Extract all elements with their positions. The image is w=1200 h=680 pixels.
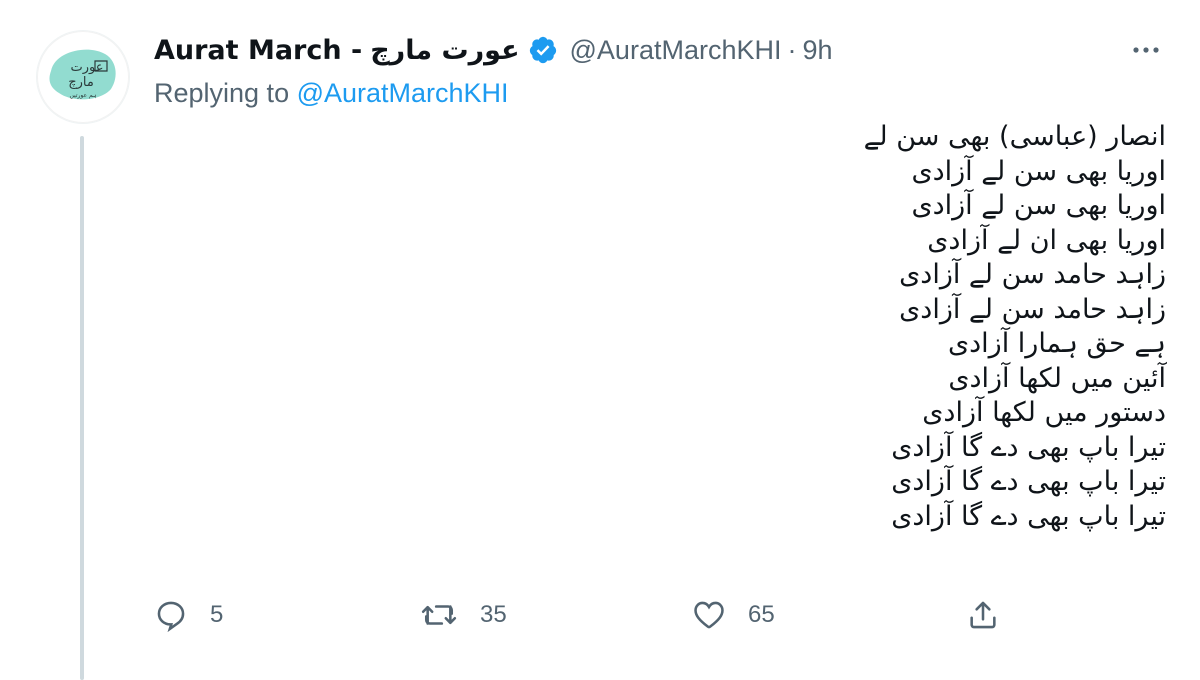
share-icon: [970, 601, 996, 629]
tweet-line: اوریا بھی سن لے آزادی: [911, 155, 1166, 187]
tweet-text: انصار (عباسی) بھی سن لے اوریا بھی سن لے …: [466, 120, 1166, 534]
avatar-logo-line3: ہم عورتیں: [69, 92, 96, 99]
user-handle[interactable]: @AuratMarchKHI: [570, 35, 782, 66]
retweet-button[interactable]: 35: [420, 592, 507, 638]
retweet-count: 35: [480, 601, 507, 628]
thread-connector-line: [80, 136, 84, 680]
tweet-line: تیرا باپ بھی دے گا آزادی: [891, 500, 1166, 532]
verified-badge-icon: [528, 35, 558, 65]
tweet-line: انصار (عباسی) بھی سن لے: [863, 121, 1166, 152]
tweet-line: آئین میں لکھا آزادی: [948, 362, 1166, 394]
tweet-action-bar: 5 35 65: [154, 592, 1014, 638]
display-name[interactable]: Aurat March -: [154, 35, 362, 66]
like-count: 65: [748, 601, 775, 628]
tweet-header: Aurat March - عورت مارچ @AuratMarchKHI ·…: [154, 30, 833, 70]
share-button[interactable]: [966, 592, 1000, 638]
replying-to-prefix: Replying to: [154, 78, 297, 108]
reply-count: 5: [210, 601, 224, 628]
tweet-line: زاہد حامد سن لے آزادی: [899, 293, 1166, 325]
retweet-icon: [421, 605, 457, 625]
more-options-icon[interactable]: [1128, 32, 1164, 68]
display-name-urdu[interactable]: عورت مارچ: [370, 35, 519, 66]
reply-button[interactable]: 5: [154, 592, 223, 638]
tweet-line: تیرا باپ بھی دے گا آزادی: [891, 466, 1166, 497]
tweet-line: دستور میں لکھا آزادی: [922, 397, 1166, 428]
replying-to-mention-link[interactable]: @AuratMarchKHI: [297, 78, 509, 108]
tweet-line: اوریا بھی ان لے آزادی: [927, 224, 1166, 256]
tweet-line: ہے حق ہمارا آزادی: [948, 328, 1166, 359]
replying-to: Replying to @AuratMarchKHI: [154, 78, 509, 109]
avatar-logo-line2: مارچ: [68, 75, 94, 90]
tweet-line: زاہد حامد سن لے آزادی: [899, 259, 1166, 290]
like-icon: [694, 601, 724, 629]
tweet-line: تیرا باپ بھی دے گا آزادی: [891, 431, 1166, 463]
tweet-timestamp[interactable]: 9h: [802, 35, 832, 66]
tweet-line: اوریا بھی سن لے آزادی: [911, 190, 1166, 221]
reply-icon: [157, 601, 185, 632]
aurat-march-logo-icon: عورت مارچ ہم عورتیں: [49, 49, 116, 100]
separator-dot: ·: [787, 34, 797, 65]
avatar-logo-line1: عورت: [71, 60, 104, 75]
avatar[interactable]: عورت مارچ ہم عورتیں: [36, 30, 130, 124]
like-button[interactable]: 65: [692, 592, 775, 638]
